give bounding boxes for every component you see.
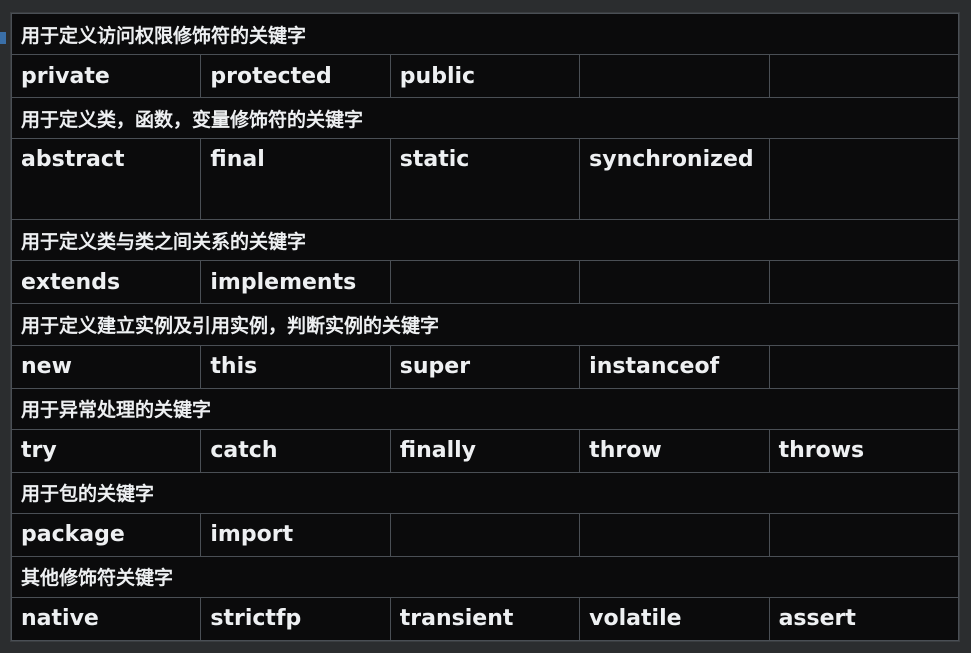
keyword-cell (768, 344, 960, 389)
category-row: 其他修饰符关键字 (11, 555, 959, 598)
keyword-cell: volatile (579, 596, 770, 642)
category-row: 用于定义类，函数，变量修饰符的关键字 (11, 97, 959, 140)
keyword-cell: super (389, 344, 581, 389)
category-row: 用于异常处理的关键字 (11, 387, 959, 430)
keyword-row: abstract final static synchronized (10, 138, 960, 221)
keyword-cell: new (10, 344, 202, 389)
keyword-row: package import (10, 512, 960, 557)
keyword-cell (579, 512, 770, 557)
java-keywords-table: 用于定义访问权限修饰符的关键字 private protected public… (10, 12, 960, 642)
keyword-cell (389, 260, 581, 305)
keyword-cell: finally (389, 428, 581, 473)
keyword-row: private protected public (10, 54, 960, 99)
keyword-cell (579, 260, 770, 305)
keyword-cell: throw (579, 428, 770, 473)
keyword-cell: transient (389, 596, 581, 642)
keyword-cell: synchronized (579, 138, 770, 221)
category-row: 用于定义访问权限修饰符的关键字 (11, 12, 959, 56)
category-label: 其他修饰符关键字 (11, 555, 959, 598)
category-row: 用于定义类与类之间关系的关键字 (11, 219, 959, 262)
category-row: 用于包的关键字 (11, 471, 959, 514)
keyword-cell: implements (200, 260, 391, 305)
keyword-cell (768, 512, 960, 557)
keyword-cell: abstract (10, 138, 202, 221)
keyword-cell: this (200, 344, 391, 389)
category-label: 用于定义类，函数，变量修饰符的关键字 (11, 97, 959, 140)
keyword-cell: try (10, 428, 202, 473)
category-label: 用于异常处理的关键字 (11, 387, 959, 430)
keyword-cell: public (389, 54, 581, 99)
category-label: 用于定义类与类之间关系的关键字 (11, 219, 959, 262)
category-label: 用于定义访问权限修饰符的关键字 (11, 12, 959, 56)
keyword-row: native strictfp transient volatile asser… (10, 596, 960, 642)
keyword-table-container: 用于定义访问权限修饰符的关键字 private protected public… (10, 12, 960, 642)
keyword-cell: strictfp (200, 596, 391, 642)
keyword-cell: native (10, 596, 202, 642)
keyword-cell: static (389, 138, 581, 221)
keyword-cell: instanceof (579, 344, 770, 389)
text-cursor (0, 32, 6, 44)
keyword-cell: throws (768, 428, 960, 473)
keyword-cell (389, 512, 581, 557)
keyword-cell: catch (200, 428, 391, 473)
keyword-cell (768, 138, 960, 221)
category-row: 用于定义建立实例及引用实例，判断实例的关键字 (11, 303, 959, 346)
keyword-cell (768, 260, 960, 305)
keyword-cell: private (10, 54, 202, 99)
keyword-row: extends implements (10, 260, 960, 305)
keyword-cell (768, 54, 960, 99)
keyword-cell (579, 54, 770, 99)
keyword-cell: assert (768, 596, 960, 642)
keyword-row: try catch finally throw throws (10, 428, 960, 473)
category-label: 用于包的关键字 (11, 471, 959, 514)
keyword-cell: import (200, 512, 391, 557)
keyword-cell: package (10, 512, 202, 557)
keyword-row: new this super instanceof (10, 344, 960, 389)
keyword-cell: extends (10, 260, 202, 305)
category-label: 用于定义建立实例及引用实例，判断实例的关键字 (11, 303, 959, 346)
keyword-cell: final (200, 138, 391, 221)
keyword-cell: protected (200, 54, 391, 99)
